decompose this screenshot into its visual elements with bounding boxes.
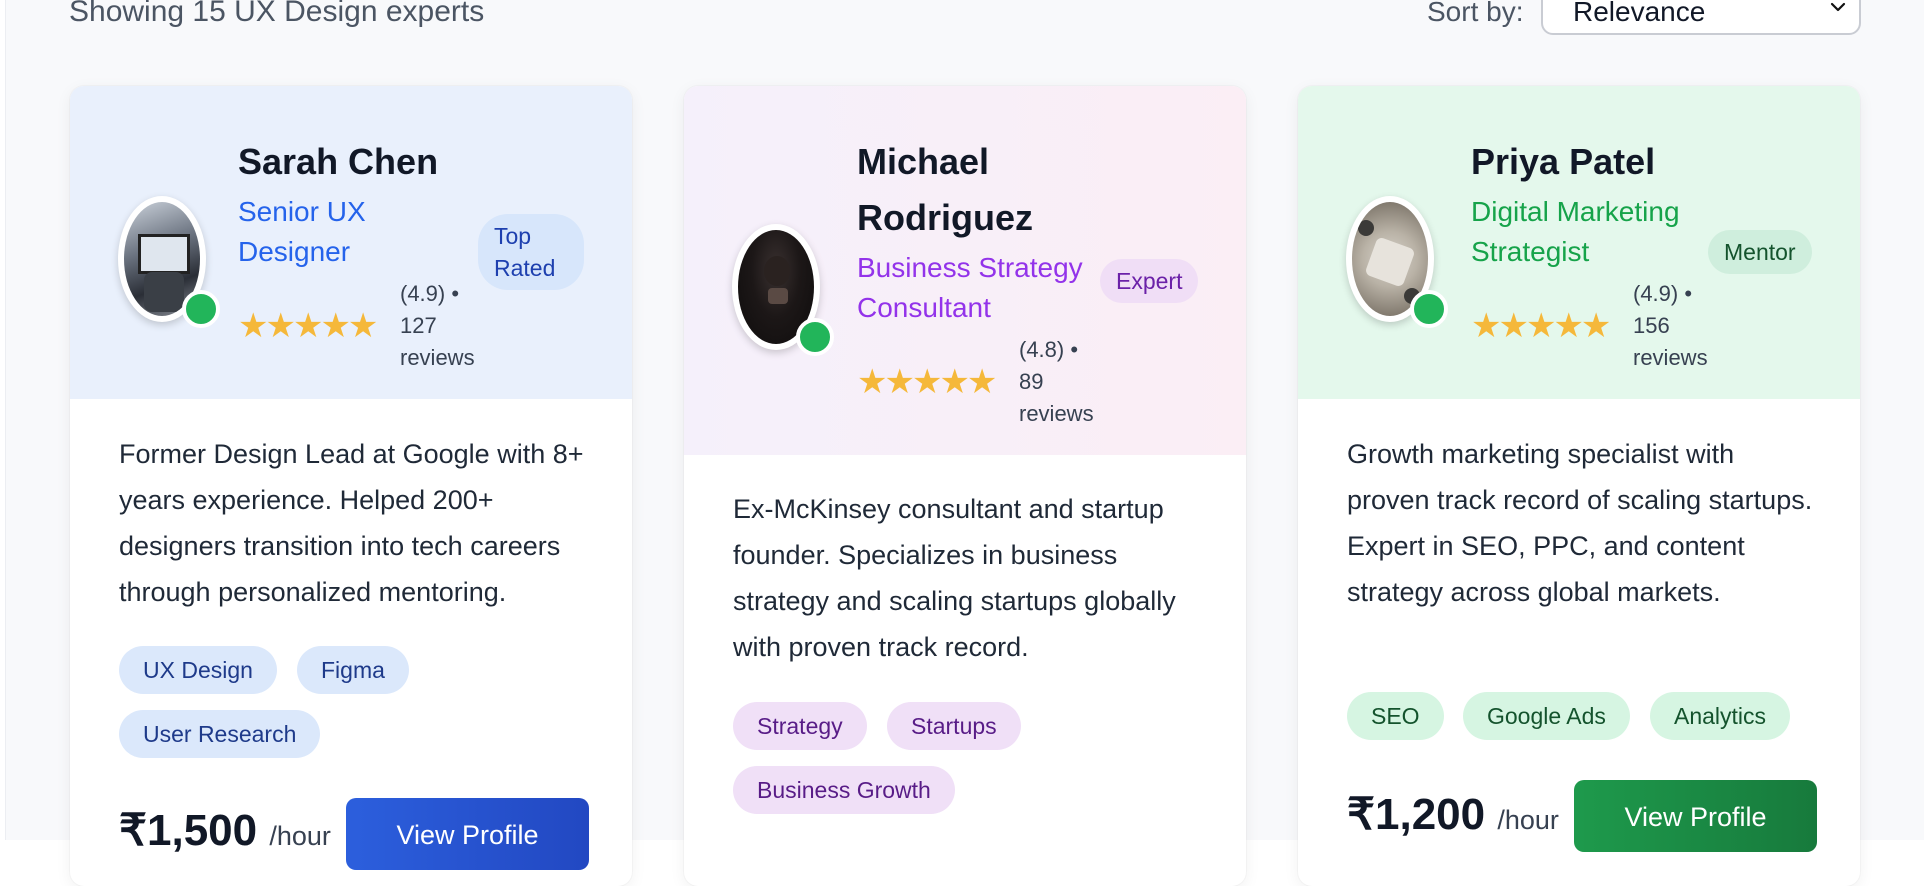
rating-stars: ★★★★★ xyxy=(238,307,378,345)
results-count: Showing 15 UX Design experts xyxy=(69,0,485,28)
expert-badge: Top Rated xyxy=(478,214,584,290)
expert-title: Digital Marketing Strategist xyxy=(1471,196,1680,267)
sort-select[interactable]: Relevance xyxy=(1541,0,1861,35)
expert-title: Business Strategy Consultant xyxy=(857,252,1083,323)
expert-card-sarah-chen[interactable]: Sarah Chen Senior UX Designer Top Rated … xyxy=(70,86,632,886)
expert-card-michael-rodriguez[interactable]: Michael Rodriguez Business Strategy Cons… xyxy=(684,86,1246,886)
skill-tag: User Research xyxy=(119,710,321,758)
view-profile-button[interactable]: View Profile xyxy=(346,798,589,870)
expert-description: Ex-McKinsey consultant and startup found… xyxy=(733,494,1176,662)
skill-tag: SEO xyxy=(1347,692,1444,740)
rating-summary: (4.9) • 156 reviews xyxy=(1633,281,1708,370)
expert-description: Growth marketing specialist with proven … xyxy=(1347,439,1813,607)
chevron-down-icon xyxy=(1830,2,1846,12)
expert-badge: Expert xyxy=(1100,259,1199,303)
avatar-wrap xyxy=(1346,196,1448,328)
view-profile-button[interactable]: View Profile xyxy=(1574,780,1817,852)
expert-badge: Mentor xyxy=(1708,230,1812,274)
skill-tag: UX Design xyxy=(119,646,277,694)
expert-title: Senior UX Designer xyxy=(238,196,366,267)
rating-summary: (4.8) • 89 reviews xyxy=(1019,337,1094,426)
expert-name: Michael Rodriguez xyxy=(857,141,1033,238)
online-status-icon xyxy=(1410,290,1448,328)
skill-tag: Google Ads xyxy=(1463,692,1630,740)
sort-selected-value: Relevance xyxy=(1573,0,1706,27)
hourly-price: ₹1,500 /hour xyxy=(119,806,331,855)
rating-summary: (4.9) • 127 reviews xyxy=(400,281,475,370)
skill-tag: Startups xyxy=(887,702,1021,750)
online-status-icon xyxy=(796,318,834,356)
expert-name: Priya Patel xyxy=(1471,141,1656,182)
avatar-wrap xyxy=(118,196,220,328)
skill-tag: Analytics xyxy=(1650,692,1791,740)
rating-stars: ★★★★★ xyxy=(857,363,997,401)
online-status-icon xyxy=(182,290,220,328)
rating-stars: ★★★★★ xyxy=(1471,307,1611,345)
expert-card-priya-patel[interactable]: Priya Patel Digital Marketing Strategist… xyxy=(1298,86,1860,886)
sort-label: Sort by: xyxy=(1427,0,1524,27)
experts-page: Showing 15 UX Design experts Sort by: Re… xyxy=(5,0,1924,886)
avatar-wrap xyxy=(732,224,834,356)
hourly-price: ₹1,200 /hour xyxy=(1347,790,1559,839)
expert-name: Sarah Chen xyxy=(238,141,439,182)
skill-tag: Figma xyxy=(297,646,409,694)
skill-tag: Strategy xyxy=(733,702,867,750)
expert-description: Former Design Lead at Google with 8+ yea… xyxy=(119,439,584,607)
skill-tag: Business Growth xyxy=(733,766,955,814)
